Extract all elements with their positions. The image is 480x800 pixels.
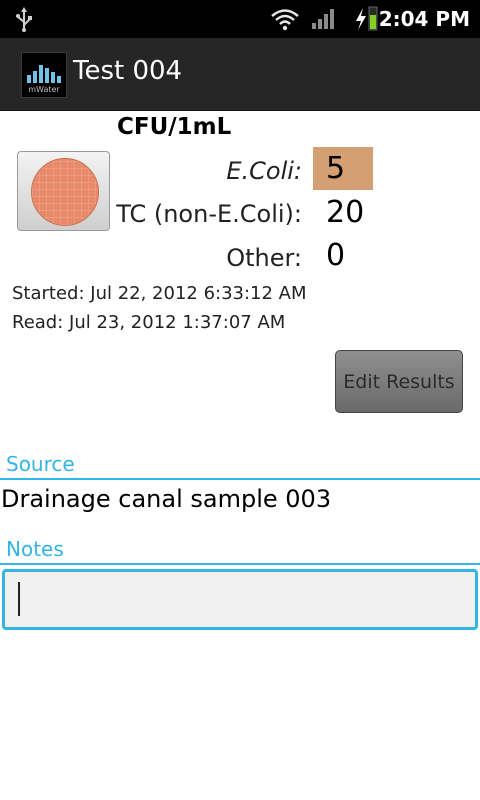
ecoli-label: E.Coli:: [226, 157, 302, 185]
status-time: 2:04 PM: [378, 7, 470, 31]
other-value: 0: [326, 238, 346, 273]
page-title: Test 004: [73, 56, 183, 86]
charging-icon: [354, 0, 368, 38]
petri-dish-image: [31, 158, 99, 226]
source-value: Drainage canal sample 003: [1, 485, 332, 513]
text-cursor: [18, 582, 20, 616]
edit-results-button[interactable]: Edit Results: [335, 350, 463, 413]
tc-label: TC (non-E.Coli):: [116, 200, 302, 228]
source-divider: [0, 478, 480, 480]
app-logo-text: mWater: [28, 85, 60, 94]
notes-input[interactable]: [2, 569, 478, 630]
wifi-icon: [270, 0, 300, 38]
app-logo[interactable]: mWater: [21, 52, 67, 98]
usb-icon: [14, 0, 34, 38]
other-label: Other:: [226, 244, 302, 272]
signal-icon: [311, 0, 337, 38]
tc-value: 20: [326, 195, 365, 230]
source-label: Source: [6, 452, 75, 476]
units-label: CFU/1mL: [117, 114, 232, 140]
started-time: Started: Jul 22, 2012 6:33:12 AM: [12, 283, 307, 304]
read-time: Read: Jul 23, 2012 1:37:07 AM: [12, 312, 286, 333]
plate-image-button[interactable]: [17, 151, 110, 231]
notes-divider: [0, 563, 480, 565]
battery-icon: [368, 0, 378, 38]
ecoli-value: 5: [326, 151, 346, 186]
notes-label: Notes: [6, 537, 64, 561]
action-bar: [0, 38, 480, 111]
status-bar: 2:04 PM: [0, 0, 480, 38]
